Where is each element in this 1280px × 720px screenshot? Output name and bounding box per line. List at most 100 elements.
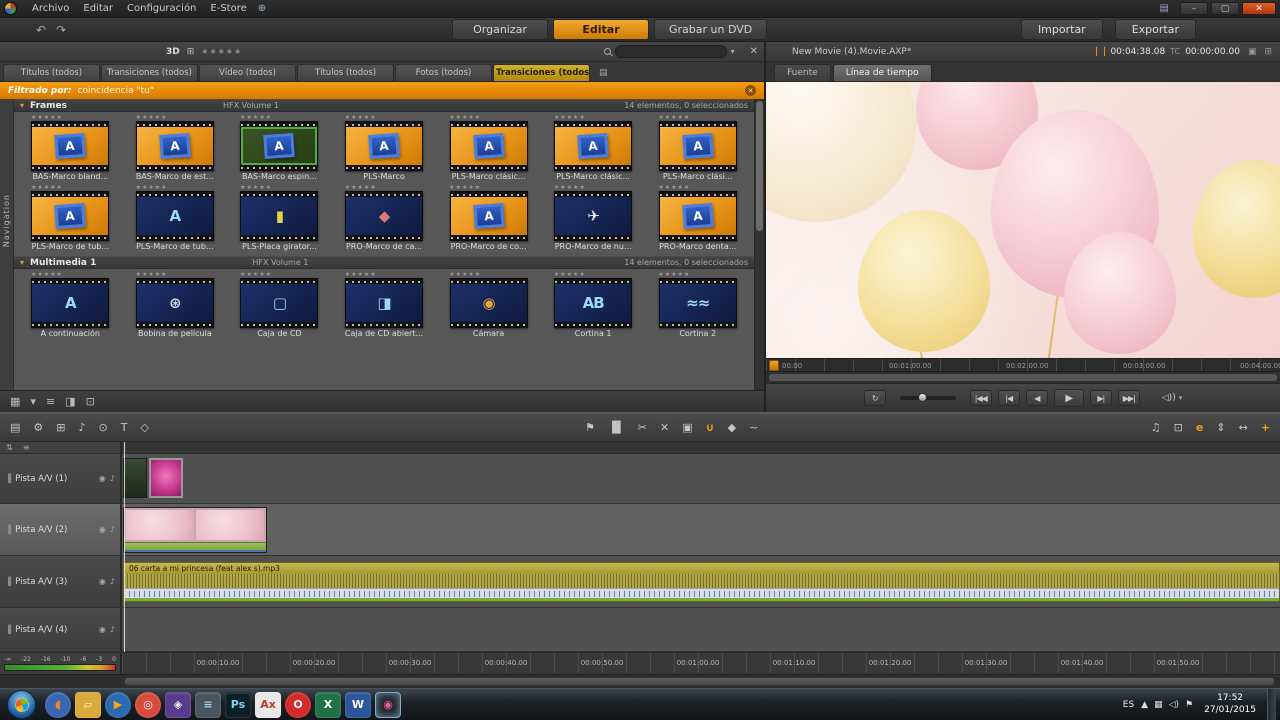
split-view-icon[interactable]: ⊞	[56, 421, 65, 434]
menu-configuraci-n[interactable]: Configuración	[120, 2, 203, 15]
minimize-button[interactable]: –	[1180, 2, 1208, 15]
library-asset[interactable]: ★★★★★ A BAS-Marco bland...	[18, 113, 123, 183]
asset-rating-stars[interactable]: ★★★★★	[449, 114, 481, 121]
asset-rating-stars[interactable]: ★★★★★	[240, 184, 272, 191]
navigation-strip[interactable]: Navigation	[0, 99, 14, 390]
action-center-icon[interactable]: ⚑	[1185, 700, 1193, 710]
track-content[interactable]	[122, 454, 1280, 503]
scrollbar-thumb[interactable]	[124, 677, 1275, 686]
video-enable-icon[interactable]: ◉	[99, 625, 106, 634]
scrollbar-thumb[interactable]	[769, 374, 1277, 381]
preview-mode-icon[interactable]: ⊡	[1174, 421, 1183, 434]
timeline-scrollbar[interactable]	[0, 674, 1280, 688]
library-asset[interactable]: ★★★★★ A PLS-Marco	[332, 113, 437, 183]
video-enable-icon[interactable]: ◉	[99, 474, 106, 483]
track-grip-icon[interactable]: ▐	[5, 625, 11, 634]
razor-icon[interactable]: ✂	[638, 421, 647, 434]
globe-icon[interactable]: ⊕	[258, 3, 266, 14]
asset-rating-stars[interactable]: ★★★★★	[136, 271, 168, 278]
magnet-icon[interactable]: ∪	[706, 421, 715, 434]
photoshop-icon[interactable]: Ps	[225, 691, 251, 718]
track-options-icon[interactable]: ≡	[23, 443, 30, 452]
zoom-fit-icon[interactable]: ↔	[1239, 421, 1248, 434]
thumbnail-view-icon[interactable]: ▦	[10, 395, 20, 408]
audio-clip[interactable]: 06 carta a mi princesa (feat alex s).mp3	[123, 562, 1280, 602]
app-logo-icon[interactable]	[4, 2, 17, 15]
audio-mixer-icon[interactable]: ♪	[79, 421, 86, 434]
asset-rating-stars[interactable]: ★★★★★	[31, 271, 63, 278]
preview-ruler[interactable]: 00:00 00:01:00.00 00:02:00.00 00:03:00.00 00…	[766, 358, 1280, 372]
track-grip-icon[interactable]: ▐	[5, 525, 11, 534]
title-editor-icon[interactable]: T	[121, 421, 128, 434]
audio-enable-icon[interactable]: ♪	[110, 474, 115, 483]
view-3d-toggle[interactable]: 3D	[166, 47, 180, 57]
video-enable-icon[interactable]: ◉	[99, 577, 106, 586]
detach-player-icon[interactable]: ▣	[1248, 47, 1257, 57]
explorer-icon[interactable]: ▱	[75, 691, 101, 718]
library-tab-5[interactable]: Transiciones (todos)	[493, 64, 590, 81]
track-grip-icon[interactable]: ▐	[5, 577, 11, 586]
go-to-start-button[interactable]: |◀◀	[969, 390, 992, 406]
voiceover-icon[interactable]: ⊙	[99, 421, 108, 434]
track-header[interactable]: ▐ Pista A/V (2) ◉ ♪	[0, 504, 122, 555]
asset-rating-stars[interactable]: ★★★★★	[345, 114, 377, 121]
library-asset[interactable]: ★★★★★ A A continuación	[18, 270, 123, 340]
track-grip-icon[interactable]: ▐	[5, 474, 11, 483]
excel-icon[interactable]: X	[315, 691, 341, 718]
track-content[interactable]	[122, 504, 1280, 555]
library-asset[interactable]: ★★★★★ A PLS-Marco de tub...	[123, 183, 228, 253]
library-tab-2[interactable]: Vídeo (todos)	[199, 64, 296, 81]
play-reverse-button[interactable]: ◀	[1025, 390, 1048, 406]
network-icon[interactable]: ▦	[1154, 700, 1163, 710]
track-size-icon[interactable]: ⇕	[1216, 421, 1225, 434]
library-asset[interactable]: ★★★★★ A PRO-Marco denta...	[645, 183, 750, 253]
delete-clip-icon[interactable]: ✕	[660, 421, 669, 434]
track-content[interactable]	[122, 608, 1280, 651]
asset-rating-stars[interactable]: ★★★★★	[345, 271, 377, 278]
track-lock-icon[interactable]: ⇅	[6, 443, 13, 452]
language-indicator[interactable]: ES	[1123, 700, 1134, 710]
playhead[interactable]	[124, 442, 125, 652]
redo-button[interactable]: ↷	[56, 23, 66, 37]
library-asset[interactable]: ★★★★★ ▢ Caja de CD	[227, 270, 332, 340]
library-tab-4[interactable]: Fotos (todos)	[395, 64, 492, 81]
view-options-icon[interactable]: ▾	[30, 395, 36, 408]
audio-volume-line[interactable]	[124, 598, 1279, 601]
library-asset[interactable]: ★★★★★ AB Cortina 1	[541, 270, 646, 340]
track-header[interactable]: ▐ Pista A/V (1) ◉ ♪	[0, 454, 122, 503]
mode-tab-grabar-un-dvd[interactable]: Grabar un DVD	[654, 19, 768, 40]
pinnacle-hub-icon[interactable]: ◈	[165, 691, 191, 718]
storyboard-toggle-icon[interactable]: ▤	[10, 421, 20, 434]
video-clip[interactable]	[123, 458, 147, 498]
library-asset[interactable]: ★★★★★ A BAS-Marco espin...	[227, 113, 332, 183]
player-preview-icon[interactable]: ⊡	[86, 395, 95, 408]
asset-rating-stars[interactable]: ★★★★★	[31, 114, 63, 121]
slider-knob-icon[interactable]	[917, 393, 927, 402]
library-tab-0[interactable]: Títulos (todos)	[3, 64, 100, 81]
library-tab-1[interactable]: Transiciones (todos)	[101, 64, 198, 81]
volume-dropdown-icon[interactable]: ▾	[1179, 394, 1183, 402]
library-asset[interactable]: ★★★★★ A PLS-Marco clásic...	[436, 113, 541, 183]
zoom-in-icon[interactable]: +	[1261, 421, 1270, 434]
library-asset[interactable]: ★★★★★ ⊛ Bobina de película	[123, 270, 228, 340]
start-button[interactable]	[7, 690, 36, 719]
video-enable-icon[interactable]: ◉	[99, 525, 106, 534]
list-view-icon[interactable]: ≡	[46, 395, 55, 408]
scrollbar-thumb[interactable]	[756, 101, 763, 231]
section-collapse-icon[interactable]: ▾	[20, 258, 24, 267]
asset-rating-stars[interactable]: ★★★★★	[658, 184, 690, 191]
clock[interactable]: 17:52 27/01/2015	[1204, 693, 1256, 716]
tab-fuente[interactable]: Fuente	[774, 64, 831, 81]
go-to-end-button[interactable]: ▶▶|	[1117, 390, 1140, 406]
volume-button[interactable]: ◁)) ▾	[1162, 393, 1182, 403]
pip-icon[interactable]: ◇	[140, 421, 148, 434]
tab-overflow-icon[interactable]: ▤	[599, 68, 608, 78]
import-button[interactable]: Importar	[1020, 19, 1103, 40]
play-button[interactable]: ▶	[1053, 389, 1084, 407]
library-asset[interactable]: ★★★★★ A PLS-Marco clásic...	[541, 113, 646, 183]
previous-frame-button[interactable]: |◀	[997, 390, 1020, 406]
audio-enable-icon[interactable]: ♪	[110, 577, 115, 586]
library-asset[interactable]: ★★★★★ ◨ Caja de CD abiert...	[332, 270, 437, 340]
marker-icon[interactable]: ⚑	[585, 421, 595, 434]
video-clip-balloons[interactable]	[123, 507, 267, 553]
